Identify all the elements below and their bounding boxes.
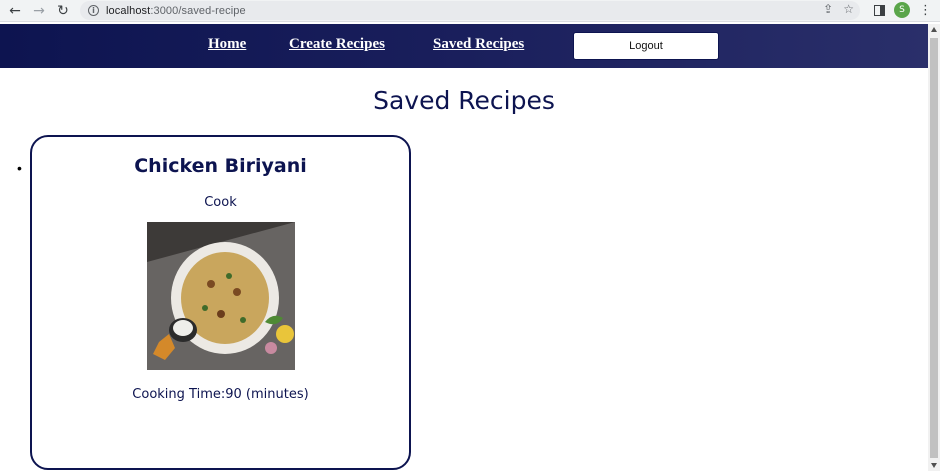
page-scrollbar[interactable] — [928, 24, 940, 471]
back-arrow-icon[interactable]: ← — [6, 2, 24, 20]
nav-link-create-recipes[interactable]: Create Recipes — [289, 36, 385, 53]
reload-icon[interactable]: ↻ — [54, 2, 72, 20]
scroll-down-arrow-icon[interactable] — [931, 463, 937, 468]
share-icon[interactable]: ⇪ — [823, 2, 833, 16]
logout-button[interactable]: Logout — [573, 32, 719, 60]
profile-avatar[interactable]: S — [894, 2, 910, 18]
url-host: localhost — [106, 4, 151, 17]
list-bullet: • — [17, 160, 22, 176]
address-bar[interactable]: i localhost:3000/saved-recipe ⇪ ☆ — [80, 1, 860, 20]
recipe-instructions: Cook — [204, 195, 237, 210]
side-panel-icon[interactable] — [874, 4, 885, 16]
browser-toolbar: ← → ↻ i localhost:3000/saved-recipe ⇪ ☆ … — [0, 0, 940, 22]
app-navbar: Home Create Recipes Saved Recipes Logout — [0, 24, 928, 68]
recipe-cooking-time: Cooking Time:90 (minutes) — [132, 387, 309, 402]
forward-arrow-icon[interactable]: → — [30, 2, 48, 20]
url-path: :3000/saved-recipe — [150, 4, 246, 17]
recipe-card: Chicken Biriyani Cook Cooking Time:90 (m… — [30, 135, 411, 470]
nav-link-home[interactable]: Home — [208, 36, 246, 53]
star-icon[interactable]: ☆ — [843, 2, 854, 16]
scroll-thumb[interactable] — [930, 38, 938, 458]
scroll-up-arrow-icon[interactable] — [931, 27, 937, 32]
kebab-menu-icon[interactable]: ⋮ — [919, 4, 932, 17]
recipe-image — [147, 222, 295, 370]
url-text: localhost:3000/saved-recipe — [106, 5, 246, 17]
info-icon[interactable]: i — [88, 5, 99, 16]
page-title: Saved Recipes — [373, 86, 555, 115]
recipe-name: Chicken Biriyani — [134, 155, 307, 177]
nav-link-saved-recipes[interactable]: Saved Recipes — [433, 36, 524, 53]
